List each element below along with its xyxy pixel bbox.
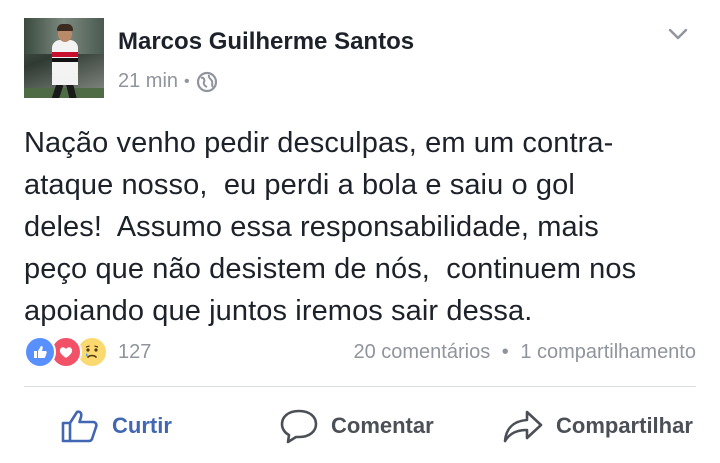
- reaction-count: 127: [118, 340, 152, 363]
- post-text-line: Nação venho pedir desculpas, em um contr…: [24, 127, 614, 159]
- shares-count-link[interactable]: 1 compartilhamento: [520, 341, 696, 363]
- post-actions: Curtir Comentar Compartilhar: [24, 400, 696, 456]
- share-button[interactable]: Compartilhar: [502, 408, 693, 444]
- comment-label: Comentar: [331, 413, 434, 438]
- post-stats: 127 20 comentários • 1 compartilhamento: [24, 336, 696, 370]
- meta-separator: •: [184, 72, 190, 90]
- post-body: Nação venho pedir desculpas, em um contr…: [24, 122, 704, 332]
- engagement-counts: 20 comentários • 1 compartilhamento: [353, 341, 696, 364]
- author-name[interactable]: Marcos Guilherme Santos: [118, 28, 414, 56]
- like-label: Curtir: [112, 413, 172, 438]
- comments-count-link[interactable]: 20 comentários: [353, 341, 490, 363]
- reactions-summary[interactable]: 127: [24, 336, 151, 368]
- like-reaction-icon: [24, 336, 56, 368]
- thumbs-up-icon: [61, 410, 98, 443]
- post-text-line: apoiando que juntos iremos sair dessa.: [24, 295, 533, 327]
- share-arrow-icon: [503, 410, 543, 443]
- post-text-line: ataque nosso, eu perdi a bola e saiu o g…: [24, 169, 575, 201]
- post-meta: 21 min •: [118, 70, 218, 93]
- post-timestamp[interactable]: 21 min: [118, 70, 178, 93]
- post-text-line: peço que não desistem de nós, continuem …: [24, 253, 637, 285]
- share-label: Compartilhar: [556, 413, 693, 438]
- like-button[interactable]: Curtir: [60, 408, 172, 444]
- post-header: Marcos Guilherme Santos 21 min •: [24, 18, 696, 100]
- author-avatar[interactable]: [24, 18, 104, 98]
- counts-separator: •: [501, 341, 509, 363]
- comment-bubble-icon: [280, 409, 318, 444]
- comment-button[interactable]: Comentar: [279, 408, 434, 444]
- chevron-down-icon[interactable]: [666, 22, 690, 46]
- post-text-line: deles! Assumo essa responsabilidade, mai…: [24, 211, 599, 243]
- globe-icon[interactable]: [196, 71, 218, 93]
- divider: [24, 386, 696, 387]
